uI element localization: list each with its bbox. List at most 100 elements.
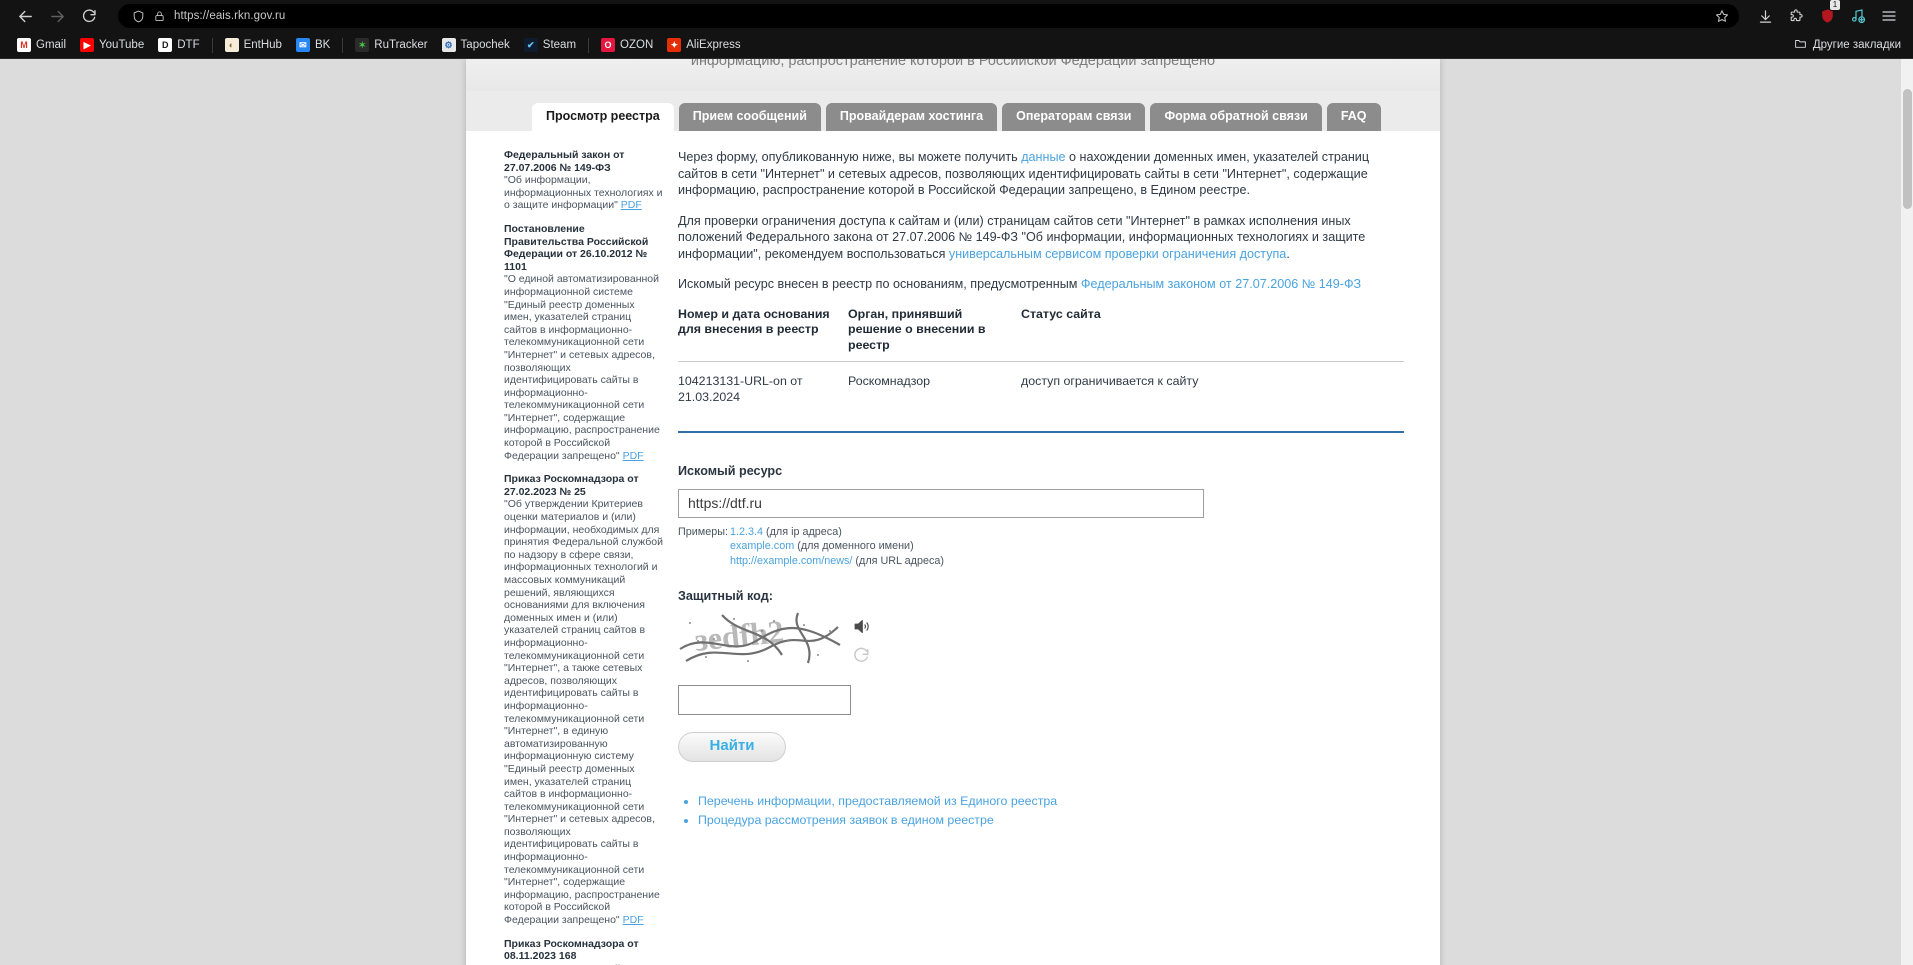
section-divider [678, 431, 1404, 433]
captcha-label: Защитный код: [678, 589, 773, 603]
registry-data-link[interactable]: данные [1021, 150, 1065, 164]
bookmark-label: Steam [542, 39, 577, 51]
shield-icon[interactable] [132, 10, 145, 23]
universal-check-service-link[interactable]: универсальным сервисом проверки ограниче… [949, 247, 1286, 261]
example-link[interactable]: 1.2.3.4 [730, 526, 763, 538]
media-add-icon[interactable] [1844, 3, 1872, 29]
downloads-icon[interactable] [1751, 3, 1779, 29]
bottom-link[interactable]: Перечень информации, предоставляемой из … [698, 794, 1057, 808]
registry-result-line: Искомый ресурс внесен в реестр по основа… [678, 276, 1404, 293]
example-link[interactable]: http://example.com/news/ [730, 555, 852, 567]
bookmark-tapochek[interactable]: ⚙ Tapochek [435, 36, 517, 54]
menu-icon[interactable] [1875, 3, 1903, 29]
bookmark-enthub[interactable]: ◐ EntHub [218, 36, 289, 54]
main-column: Через форму, опубликованную ниже, вы мож… [678, 131, 1440, 965]
page-content: информацию, распространение которой в Ро… [466, 59, 1440, 965]
site-tab-label: FAQ [1340, 109, 1367, 123]
list-item: Процедура рассмотрения заявок в едином р… [698, 811, 1404, 830]
resource-field-label: Искомый ресурс [678, 464, 783, 478]
bottom-links-list: Перечень информации, предоставляемой из … [678, 792, 1404, 830]
site-tab-bar: Просмотр реестра Прием сообщений Провайдер… [466, 91, 1440, 131]
address-bar[interactable]: https://eais.rkn.gov.ru [118, 4, 1739, 28]
extensions-icon[interactable] [1782, 3, 1810, 29]
site-tab-0[interactable]: Просмотр реестра [532, 103, 674, 131]
folder-icon [1794, 37, 1807, 53]
bookmark-favicon-icon: ✦ [667, 38, 682, 52]
site-tab-4[interactable]: Форма обратной связи [1150, 103, 1322, 131]
address-bar-url: https://eais.rkn.gov.ru [174, 10, 286, 22]
bookmark-favicon-icon: ✔ [523, 38, 538, 52]
other-bookmarks-label: Другие закладки [1812, 39, 1901, 51]
browser-toolbar: https://eais.rkn.gov.ru 1 [0, 0, 1913, 32]
legal-doc-pdf-link[interactable]: PDF [623, 450, 644, 462]
bookmark-youtube[interactable]: ▶ YouTube [73, 36, 151, 54]
legal-doc-heading: Приказ Роскомнадзора от 08.11.2023 168 [504, 937, 639, 963]
bookmark-label: OZON [620, 39, 654, 51]
bookmark-gmail[interactable]: M Gmail [10, 36, 73, 54]
bookmark-favicon-icon: ▶ [80, 38, 95, 52]
scrollbar-thumb[interactable] [1903, 89, 1912, 209]
bookmark-label: EntHub [243, 39, 282, 51]
legal-doc-pdf-link[interactable]: PDF [623, 914, 644, 926]
toolbar-actions: 1 [1751, 0, 1903, 29]
site-tab-2[interactable]: Провайдерам хостинга [825, 103, 998, 131]
example-note: (для доменного имени) [794, 540, 914, 552]
site-tab-label: Форма обратной связи [1164, 109, 1308, 123]
legal-doc-heading: Федеральный закон от 27.07.2006 № 149-ФЗ [504, 149, 625, 174]
legal-doc-text: "Об утверждении Критериев оценки материа… [504, 498, 664, 927]
bookmark-label: YouTube [99, 39, 145, 51]
adblock-shield-icon[interactable]: 1 [1813, 0, 1841, 29]
captcha-row: зedfh2 [678, 610, 1404, 669]
site-tab-3[interactable]: Операторам связи [1002, 103, 1146, 131]
adblock-badge-count: 1 [1830, 0, 1840, 10]
captcha-code-input[interactable] [678, 684, 851, 715]
bottom-link[interactable]: Процедура рассмотрения заявок в едином р… [698, 813, 994, 827]
bookmark-favicon-icon: O [601, 38, 616, 52]
other-bookmarks-button[interactable]: Другие закладки [1794, 37, 1903, 53]
table-row: 104213131-URL-on от 21.03.2024 Роскомнад… [678, 362, 1404, 424]
result-prefix-text: Искомый ресурс внесен в реестр по основа… [678, 277, 1081, 291]
forward-arrow-icon[interactable] [42, 2, 72, 30]
table-cell-status: доступ ограничивается к сайту [1021, 374, 1199, 388]
site-banner: информацию, распространение которой в Ро… [466, 59, 1440, 91]
refresh-icon[interactable] [852, 646, 871, 669]
banner-text: информацию, распространение которой в Ро… [690, 59, 1216, 69]
bookmark-label: Tapochek [460, 39, 510, 51]
site-tab-5[interactable]: FAQ [1326, 103, 1381, 131]
federal-law-link[interactable]: Федеральным законом от 27.07.2006 № 149-… [1081, 277, 1361, 291]
bookmark-dtf[interactable]: D DTF [151, 36, 206, 54]
lock-icon[interactable] [154, 10, 165, 22]
page-body: Федеральный закон от 27.07.2006 № 149-ФЗ… [466, 131, 1440, 965]
intro-paragraph-2: Для проверки ограничения доступа к сайта… [678, 213, 1404, 263]
bookmark-aliexpress[interactable]: ✦ AliExpress [660, 36, 747, 54]
bookmarks-bar: M Gmail ▶ YouTube D DTF ◐ EntHub ✉ BK ✶ RuTracker ⚙ T… [0, 32, 1913, 59]
legal-doc-text: "О единой автоматизированной информацион… [504, 273, 660, 462]
site-tab-label: Прием сообщений [692, 109, 807, 123]
legal-doc-pdf-link[interactable]: PDF [621, 199, 642, 211]
star-icon[interactable] [1715, 9, 1729, 23]
search-resource-input[interactable] [678, 488, 1204, 518]
example-link[interactable]: example.com [730, 540, 794, 552]
site-tab-1[interactable]: Прием сообщений [678, 103, 821, 131]
bookmark-favicon-icon: D [158, 38, 173, 52]
bookmark-favicon-icon: ⚙ [441, 38, 456, 52]
bookmark-steam[interactable]: ✔ Steam [517, 36, 583, 54]
legal-doc-block: Приказ Роскомнадзора от 27.02.2023 № 25 "… [504, 473, 664, 926]
example-line: example.com (для доменного имени) [730, 539, 944, 554]
find-button[interactable]: Найти [678, 731, 786, 762]
example-note: (для URL адреса) [852, 554, 944, 567]
bookmark-ozon[interactable]: O OZON [594, 36, 660, 54]
captcha-image: зedfh2 [678, 610, 842, 667]
site-tab-label: Провайдерам хостинга [839, 109, 984, 123]
bookmark-bk[interactable]: ✉ BK [289, 36, 337, 54]
bookmark-label: BK [314, 39, 331, 51]
reload-icon[interactable] [74, 2, 104, 30]
registry-table: Номер и дата основания для внесения в ре… [678, 306, 1404, 424]
example-line: http://example.com/news/ (для URL адреса… [730, 554, 944, 569]
legal-doc-block: Федеральный закон от 27.07.2006 № 149-ФЗ… [504, 149, 664, 212]
page-scrollbar[interactable] [1901, 59, 1913, 965]
back-arrow-icon[interactable] [10, 2, 40, 30]
speaker-icon[interactable] [852, 617, 871, 641]
bookmark-rutracker[interactable]: ✶ RuTracker [348, 36, 434, 54]
example-line: 1.2.3.4 (для ip адреса) [730, 525, 944, 540]
